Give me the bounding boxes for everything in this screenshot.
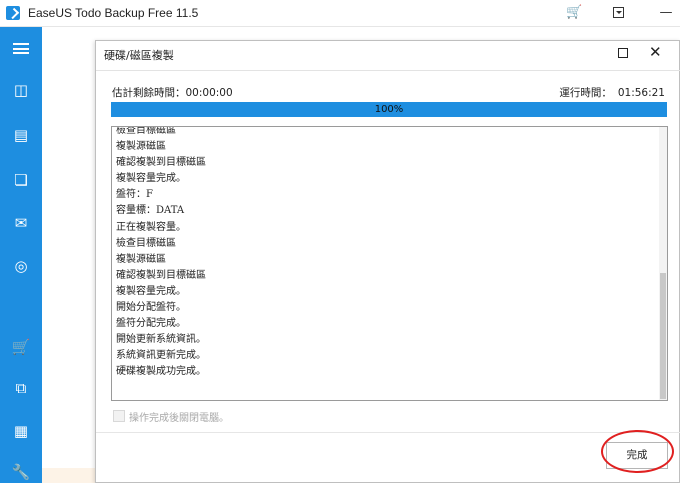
tools-icon[interactable]: 🔧	[0, 457, 42, 483]
title-bar: EaseUS Todo Backup Free 11.5 🛒 —	[0, 0, 680, 27]
log-line: 檢查目標磁區	[116, 237, 176, 249]
smart-backup-icon[interactable]: ◎	[0, 251, 42, 281]
apps-icon[interactable]: ▦	[0, 416, 42, 446]
elapsed-time-label: 運行時間：	[559, 87, 612, 99]
shutdown-label: 操作完成後關閉電腦。	[129, 413, 229, 424]
main-area-footer	[42, 468, 102, 483]
divider	[96, 432, 680, 433]
menu-icon[interactable]	[0, 33, 42, 63]
clone-dialog: 硬碟/磁區複製 ✕ 估計剩餘時間：00:00:00 運行時間： 01:56:21 …	[95, 40, 680, 483]
log-line: 確認複製到目標磁區	[116, 269, 206, 281]
disk-backup-icon[interactable]: ◫	[0, 75, 42, 105]
app-title: EaseUS Todo Backup Free 11.5	[28, 6, 199, 20]
maximize-icon[interactable]	[618, 48, 628, 58]
log-line: 硬碟複製成功完成。	[116, 366, 206, 378]
log-line: 盤符分配完成。	[116, 318, 186, 330]
log-line: 系統資訊更新完成。	[116, 350, 206, 362]
progress-bar: 100%	[111, 102, 667, 117]
log-line: 複製源磁區	[116, 141, 166, 153]
close-icon[interactable]: ✕	[649, 43, 662, 61]
file-backup-icon[interactable]: ❏	[0, 165, 42, 195]
app-logo-icon	[6, 6, 20, 20]
log-line: 盤符：F	[116, 189, 153, 201]
cart-icon[interactable]: 🛒	[0, 332, 42, 362]
log-line: 複製源磁區	[116, 253, 166, 265]
log-line: 確認複製到目標磁區	[116, 157, 206, 169]
minimize-icon[interactable]: —	[658, 5, 674, 21]
scrollbar[interactable]	[659, 127, 667, 400]
elapsed-time: 運行時間： 01:56:21	[559, 85, 665, 100]
cart-icon[interactable]: 🛒	[566, 5, 582, 21]
estimated-time-label: 估計剩餘時間：	[112, 87, 186, 99]
clone-icon[interactable]: ⧉	[0, 373, 42, 403]
log-list: 檢查目標磁區 複製源磁區 確認複製到目標磁區 複製容量完成。 盤符：F 容量標：DATA 正…	[116, 126, 656, 381]
dialog-title: 硬碟/磁區複製	[104, 49, 174, 62]
log-box: 檢查目標磁區 複製源磁區 確認複製到目標磁區 複製容量完成。 盤符：F 容量標：DATA 正…	[111, 126, 668, 401]
log-line: 開始分配盤符。	[116, 302, 186, 314]
divider	[96, 70, 680, 71]
shutdown-checkbox[interactable]	[113, 410, 125, 422]
estimated-time-value: 00:00:00	[185, 87, 233, 99]
log-line: 複製容量完成。	[116, 173, 186, 185]
elapsed-time-value: 01:56:21	[617, 87, 665, 99]
estimated-time: 估計剩餘時間：00:00:00	[112, 85, 233, 100]
sidebar: ◫ ▤ ❏ ✉ ◎ 🛒 ⧉ ▦ 🔧	[0, 27, 42, 483]
log-line: 複製容量完成。	[116, 285, 186, 297]
app-window: EaseUS Todo Backup Free 11.5 🛒 — ◫ ▤ ❏ ✉…	[0, 0, 680, 483]
menu-dropdown-icon[interactable]	[610, 5, 626, 21]
log-line: 容量標：DATA	[116, 205, 185, 217]
mail-backup-icon[interactable]: ✉	[0, 208, 42, 238]
log-line: 開始更新系統資訊。	[116, 334, 206, 346]
highlight-circle	[601, 430, 674, 473]
system-backup-icon[interactable]: ▤	[0, 120, 42, 150]
log-line: 正在複製容量。	[116, 221, 186, 233]
log-line: 檢查目標磁區	[116, 126, 176, 136]
progress-text: 100%	[374, 104, 404, 115]
scrollbar-thumb[interactable]	[660, 273, 666, 399]
